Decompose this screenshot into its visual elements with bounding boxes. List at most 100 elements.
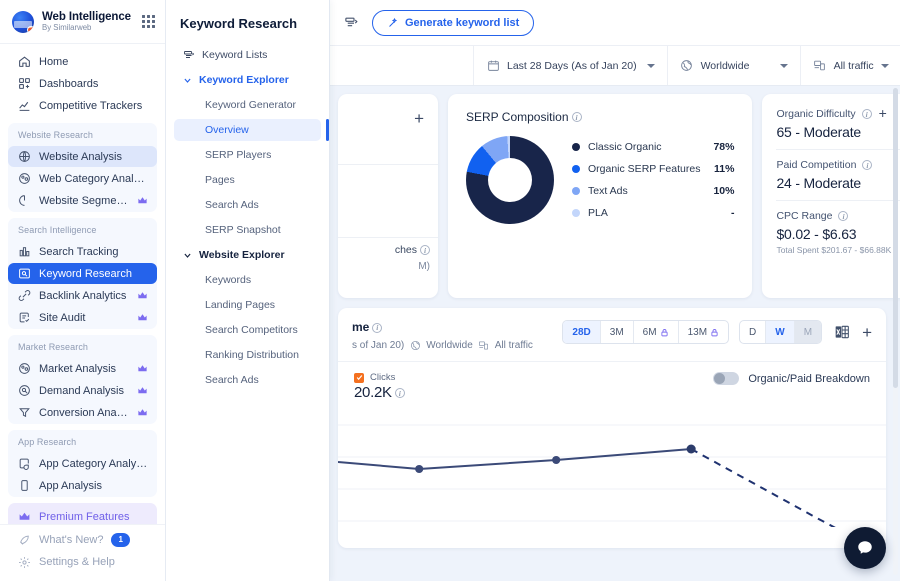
date-range-filter[interactable]: Last 28 Days (As of Jan 20) <box>474 46 668 85</box>
sidebar-item-premium-features[interactable]: Premium Features <box>8 506 157 524</box>
similarweb-logo-icon <box>12 10 34 33</box>
subnav-section-website-explorer[interactable]: Website Explorer <box>174 244 321 266</box>
info-icon[interactable]: i <box>861 109 872 119</box>
metric-paid-competition: Paid Competition i 24 - Moderate <box>776 149 900 191</box>
sidebar-item-dashboards[interactable]: Dashboards <box>8 73 157 94</box>
keyword-list-icon[interactable] <box>344 15 360 31</box>
sidebar-item-competitive-trackers[interactable]: Competitive Trackers <box>8 95 157 116</box>
primary-sidebar: Web Intelligence By Similarweb Home Dash… <box>0 0 166 581</box>
volume-card: mei s of Jan 20) Worldwide All traffic <box>338 308 886 548</box>
traffic-filter[interactable]: All traffic <box>801 46 900 85</box>
sidebar-item-label: App Analysis <box>39 479 102 492</box>
subnav-item-overview[interactable]: Overview <box>174 119 329 141</box>
sidebar-item-app-category-analysis[interactable]: App Category Analysis <box>8 453 157 474</box>
clicks-toggle-row[interactable]: Clicks <box>354 372 713 383</box>
granularity-d[interactable]: D <box>740 321 767 343</box>
nav-group-premium: Premium Features <box>8 503 157 524</box>
excel-export-icon[interactable] <box>834 324 850 340</box>
top-toolbar: Generate keyword list <box>330 0 900 46</box>
info-icon[interactable]: i <box>862 160 873 170</box>
chevron-down-icon <box>880 63 889 68</box>
main-scrollbar-thumb[interactable] <box>893 88 898 388</box>
sidebar-item-search-tracking[interactable]: Search Tracking <box>8 241 157 262</box>
phone-icon <box>17 479 31 493</box>
metric-value: 65 - Moderate <box>776 124 862 140</box>
clicks-line-chart-svg <box>338 424 886 527</box>
organic-paid-toggle[interactable] <box>713 372 740 385</box>
subnav-item-search-ads[interactable]: Search Ads <box>174 194 321 216</box>
metric-label: Paid Competition i <box>776 159 900 171</box>
legend-label: PLA <box>588 207 608 219</box>
sidebar-item-home[interactable]: Home <box>8 51 157 72</box>
sidebar-item-site-audit[interactable]: Site Audit <box>8 307 157 328</box>
sidebar-item-backlink-analytics[interactable]: Backlink Analytics <box>8 285 157 306</box>
sidebar-item-website-analysis[interactable]: Website Analysis <box>8 146 157 167</box>
add-metric-button[interactable]: + <box>414 110 424 127</box>
subnav-item-landing-pages[interactable]: Landing Pages <box>174 294 321 316</box>
subnav-item-label: Keyword Explorer <box>199 74 289 86</box>
range-3m[interactable]: 3M <box>601 321 634 343</box>
subnav-item-label: SERP Snapshot <box>205 224 281 236</box>
sidebar-item-website-segments[interactable]: Website Segments <box>8 190 157 211</box>
add-to-dashboard-button[interactable]: + <box>879 106 887 120</box>
add-chart-button[interactable]: + <box>862 324 872 341</box>
nav-group-app-research: App Research App Category Analysis App A… <box>8 430 157 497</box>
granularity-w[interactable]: W <box>766 321 795 343</box>
chat-support-button[interactable] <box>844 527 886 569</box>
metric-value: $0.02 - $6.63 <box>776 226 857 242</box>
subnav-item-keyword-lists[interactable]: Keyword Lists <box>174 44 321 66</box>
info-icon[interactable]: i <box>571 112 582 122</box>
subnav-item-label: Keyword Lists <box>202 49 268 61</box>
sidebar-item-label: Demand Analysis <box>39 384 124 397</box>
time-range-selector[interactable]: 28D 3M 6M 13M <box>562 320 730 344</box>
granularity-selector[interactable]: D W M <box>739 320 823 344</box>
info-icon[interactable]: i <box>838 211 849 221</box>
sidebar-item-label: Conversion Analysis <box>39 406 129 419</box>
subnav-item-search-ads-we[interactable]: Search Ads <box>174 369 321 391</box>
subnav-item-search-competitors[interactable]: Search Competitors <box>174 319 321 341</box>
range-13m[interactable]: 13M <box>679 321 728 343</box>
sidebar-item-demand-analysis[interactable]: Demand Analysis <box>8 380 157 401</box>
sidebar-item-conversion-analysis[interactable]: Conversion Analysis <box>8 402 157 423</box>
difficulty-metrics-card: Organic Difficulty i + 65 - Moderate Paid… <box>762 94 900 298</box>
subnav-item-serp-players[interactable]: SERP Players <box>174 144 321 166</box>
range-28d[interactable]: 28D <box>563 321 601 343</box>
volume-chart-legend: Clicks 20.2K i Organic/Paid Breakdown <box>338 362 886 401</box>
subnav-item-label: Search Ads <box>205 374 259 386</box>
subnav-item-keywords[interactable]: Keywords <box>174 269 321 291</box>
subnav-item-label: Landing Pages <box>205 299 276 311</box>
legend-value: 10% <box>713 185 735 197</box>
serp-donut-chart <box>466 136 554 224</box>
footer-item-settings-help[interactable]: Settings & Help <box>8 551 157 573</box>
lock-icon <box>661 328 668 336</box>
sidebar-item-market-analysis[interactable]: Market Analysis <box>8 358 157 379</box>
rocket-icon <box>17 533 31 547</box>
geography-filter[interactable]: Worldwide <box>668 46 801 85</box>
sidebar-item-app-analysis[interactable]: App Analysis <box>8 475 157 496</box>
generate-keyword-list-button[interactable]: Generate keyword list <box>372 9 535 36</box>
info-icon[interactable]: i <box>372 322 383 333</box>
subnav-item-keyword-generator[interactable]: Keyword Generator <box>174 94 321 116</box>
info-icon[interactable]: i <box>420 245 430 256</box>
clicks-checkbox[interactable] <box>354 372 364 383</box>
gear-icon <box>17 555 31 569</box>
subnav-item-ranking-distribution[interactable]: Ranking Distribution <box>174 344 321 366</box>
clicks-line-chart <box>338 407 886 527</box>
app-switcher-grid-icon[interactable] <box>142 15 155 28</box>
info-icon[interactable]: i <box>394 388 405 399</box>
sidebar-item-web-category-analysis[interactable]: Web Category Analysis <box>8 168 157 189</box>
subnav-section-keyword-explorer[interactable]: Keyword Explorer <box>174 69 321 91</box>
sidebar-item-keyword-research[interactable]: Keyword Research <box>8 263 157 284</box>
globe-icon <box>680 59 694 73</box>
subnav-item-serp-snapshot[interactable]: SERP Snapshot <box>174 219 321 241</box>
sidebar-item-label: Website Analysis <box>39 150 122 163</box>
range-6m[interactable]: 6M <box>634 321 679 343</box>
metric-cpc-range: CPC Range i $0.02 - $6.63 Total Spent $20… <box>776 200 900 255</box>
footer-item-whats-new[interactable]: What's New? 1 <box>8 529 157 551</box>
brand-subtitle: By Similarweb <box>42 22 92 32</box>
granularity-m[interactable]: M <box>794 321 822 343</box>
subnav-item-pages[interactable]: Pages <box>174 169 321 191</box>
chevron-down-icon <box>779 63 788 68</box>
organic-paid-toggle-row[interactable]: Organic/Paid Breakdown <box>713 372 870 385</box>
subnav-item-label: SERP Players <box>205 149 272 161</box>
